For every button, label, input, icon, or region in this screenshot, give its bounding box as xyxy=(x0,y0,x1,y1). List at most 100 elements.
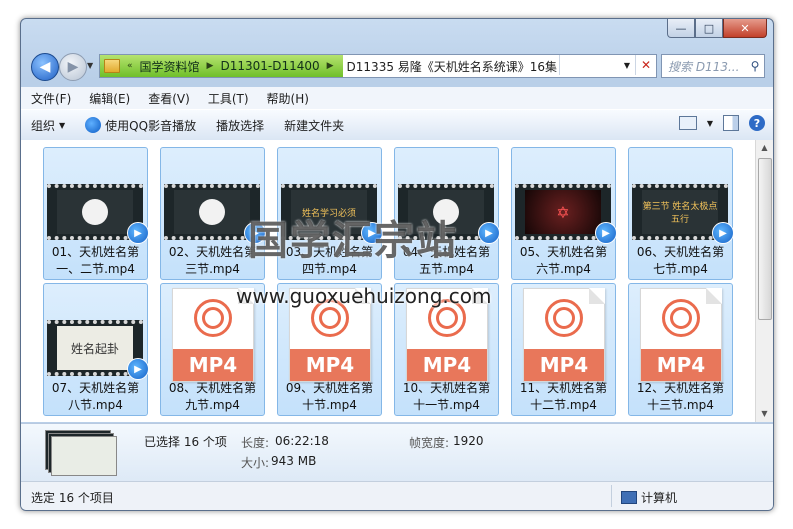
file-name-line2: 七节.mp4 xyxy=(653,262,708,276)
status-bar: 选定 16 个项目 计算机 xyxy=(21,481,773,510)
file-name-line2: 十二节.mp4 xyxy=(530,398,597,412)
qq-player-badge-icon: ▶ xyxy=(127,358,149,380)
file-name: 09、天机姓名第 十节.mp4 xyxy=(280,380,379,414)
file-name: 08、天机姓名第 九节.mp4 xyxy=(163,380,262,414)
qq-player-icon xyxy=(85,117,102,133)
mp4-file-icon: MP4 xyxy=(640,288,722,382)
file-tile[interactable]: 第三节 姓名太极点五行 ▶ 06、天机姓名第 七节.mp4 xyxy=(628,147,734,280)
selected-count: 已选择 16 个项 xyxy=(144,435,227,449)
mp4-file-icon: MP4 xyxy=(523,288,605,382)
video-thumbnail-text: 姓名起卦 xyxy=(70,341,119,356)
file-tile[interactable]: ✡ ▶ 05、天机姓名第 六节.mp4 xyxy=(511,147,617,280)
vertical-scrollbar[interactable]: ▲ ▼ xyxy=(755,140,773,422)
search-input[interactable]: 搜索 D113... xyxy=(662,58,746,75)
organize-label: 组织 xyxy=(31,118,56,133)
search-box[interactable]: 搜索 D113... ⚲ xyxy=(661,54,765,78)
qq-player-badge-icon: ▶ xyxy=(478,222,500,244)
organize-button[interactable]: 组织 ▼ xyxy=(21,117,75,134)
address-dropdown[interactable]: ▼ xyxy=(559,55,636,75)
status-text: 选定 16 个项目 xyxy=(31,491,114,505)
play-selection-button[interactable]: 播放选择 xyxy=(206,117,274,134)
refresh-button[interactable]: ✕ xyxy=(635,55,656,75)
mp4-label: MP4 xyxy=(524,349,604,381)
file-name: 10、天机姓名第 十一节.mp4 xyxy=(397,380,496,414)
file-name: 11、天机姓名第 十二节.mp4 xyxy=(514,380,613,414)
file-name-line2: 十节.mp4 xyxy=(302,398,357,412)
video-thumbnail-text: ✡ xyxy=(556,202,570,222)
toolbar-right: ▼ ? xyxy=(678,115,765,131)
scroll-down-icon[interactable]: ▼ xyxy=(756,406,773,422)
file-name-line1: 07、天机姓名第 xyxy=(51,381,140,395)
chevron-right-icon[interactable]: ▶ xyxy=(324,61,337,71)
new-folder-button[interactable]: 新建文件夹 xyxy=(274,117,354,134)
play-selection-label: 播放选择 xyxy=(216,118,265,133)
file-name: 12、天机姓名第 十三节.mp4 xyxy=(631,380,730,414)
help-icon[interactable]: ? xyxy=(749,115,765,131)
file-name: 07、天机姓名第 八节.mp4 xyxy=(46,380,145,414)
video-thumbnail-text: 第三节 姓名太极点五行 xyxy=(642,202,718,225)
file-name-line1: 05、天机姓名第 xyxy=(519,245,608,259)
computer-icon xyxy=(621,491,637,504)
caption-buttons: — □ ✕ xyxy=(667,19,767,38)
close-button[interactable]: ✕ xyxy=(723,19,767,38)
mp4-label: MP4 xyxy=(173,349,253,381)
qq-player-badge-icon: ▶ xyxy=(712,222,734,244)
menu-view[interactable]: 查看(V) xyxy=(140,90,198,107)
frame-width-label: 帧宽度: xyxy=(409,436,450,450)
qq-player-badge-icon: ▶ xyxy=(127,222,149,244)
breadcrumb-item-library[interactable]: 国学资料馆 xyxy=(136,58,204,75)
status-location: 计算机 xyxy=(621,489,677,506)
back-button[interactable]: ◀ xyxy=(31,53,59,81)
status-location-label: 计算机 xyxy=(641,491,678,505)
file-name-line2: 九节.mp4 xyxy=(185,398,240,412)
film-reel-icon xyxy=(194,299,232,337)
new-folder-label: 新建文件夹 xyxy=(284,118,345,133)
navigation-bar: ◀ ▶ ▼ « 国学资料馆 ▶ D11301-D11400 ▶ D11335 易… xyxy=(21,49,773,83)
file-name-line2: 一、二节.mp4 xyxy=(56,262,135,276)
menu-tools[interactable]: 工具(T) xyxy=(200,90,257,107)
change-view-icon[interactable] xyxy=(678,116,697,130)
minimize-button[interactable]: — xyxy=(667,19,695,38)
menu-file[interactable]: 文件(F) xyxy=(23,90,79,107)
length-value: 06:22:18 xyxy=(275,434,329,448)
menu-edit[interactable]: 编辑(E) xyxy=(81,90,138,107)
file-list: ▶ 01、天机姓名第 一、二节.mp4 ▶ 02、天机姓名第 三节.mp4 姓名学习必须 ▶ 0… xyxy=(21,140,755,422)
command-bar: 组织 ▼ 使用QQ影音播放 播放选择 新建文件夹 ▼ ? xyxy=(21,109,773,141)
qq-player-badge-icon: ▶ xyxy=(595,222,617,244)
chevron-right-icon[interactable]: ▶ xyxy=(204,61,217,71)
file-tile[interactable]: MP4 11、天机姓名第 十二节.mp4 xyxy=(511,283,616,416)
breadcrumb: « 国学资料馆 ▶ D11301-D11400 ▶ xyxy=(100,55,343,77)
scroll-up-icon[interactable]: ▲ xyxy=(756,140,773,156)
breadcrumb-overflow[interactable]: « xyxy=(124,61,136,71)
breadcrumb-item-range[interactable]: D11301-D11400 xyxy=(216,59,323,73)
details-pane: 已选择 16 个项 长度: 06:22:18 大小: 943 MB 帧宽度: 1… xyxy=(21,423,773,482)
file-tile[interactable]: ▶ 01、天机姓名第 一、二节.mp4 xyxy=(43,147,149,280)
search-icon[interactable]: ⚲ xyxy=(746,59,764,73)
address-bar[interactable]: « 国学资料馆 ▶ D11301-D11400 ▶ D11335 易隆《天机姓名… xyxy=(99,54,657,78)
file-name: 05、天机姓名第 六节.mp4 xyxy=(514,244,613,278)
maximize-button[interactable]: □ xyxy=(695,19,723,38)
file-name: 06、天机姓名第 七节.mp4 xyxy=(631,244,730,278)
menu-bar: 文件(F) 编辑(E) 查看(V) 工具(T) 帮助(H) xyxy=(21,87,773,109)
file-name-line1: 09、天机姓名第 xyxy=(285,381,374,395)
history-dropdown[interactable]: ▼ xyxy=(87,61,93,70)
file-tile[interactable]: 姓名起卦 ▶ 07、天机姓名第 八节.mp4 xyxy=(43,283,149,416)
preview-pane-icon[interactable] xyxy=(723,115,739,131)
menu-help[interactable]: 帮助(H) xyxy=(259,90,317,107)
forward-button[interactable]: ▶ xyxy=(59,53,87,81)
length-label: 长度: xyxy=(241,436,270,450)
file-name-line2: 八节.mp4 xyxy=(68,398,123,412)
play-with-qq-label: 使用QQ影音播放 xyxy=(105,118,197,133)
mp4-label: MP4 xyxy=(290,349,370,381)
breadcrumb-current[interactable]: D11335 易隆《天机姓名系统课》16集 xyxy=(343,58,562,75)
size-label: 大小: xyxy=(241,456,270,470)
file-name-line1: 12、天机姓名第 xyxy=(636,381,725,395)
file-name-line1: 10、天机姓名第 xyxy=(402,381,491,395)
scroll-thumb[interactable] xyxy=(758,158,772,320)
film-reel-icon xyxy=(662,299,700,337)
play-with-qq-button[interactable]: 使用QQ影音播放 xyxy=(75,117,206,134)
frame-width-value: 1920 xyxy=(453,434,484,448)
file-tile[interactable]: MP4 12、天机姓名第 十三节.mp4 xyxy=(628,283,733,416)
film-reel-icon xyxy=(545,299,583,337)
view-dropdown-icon[interactable]: ▼ xyxy=(707,119,713,128)
